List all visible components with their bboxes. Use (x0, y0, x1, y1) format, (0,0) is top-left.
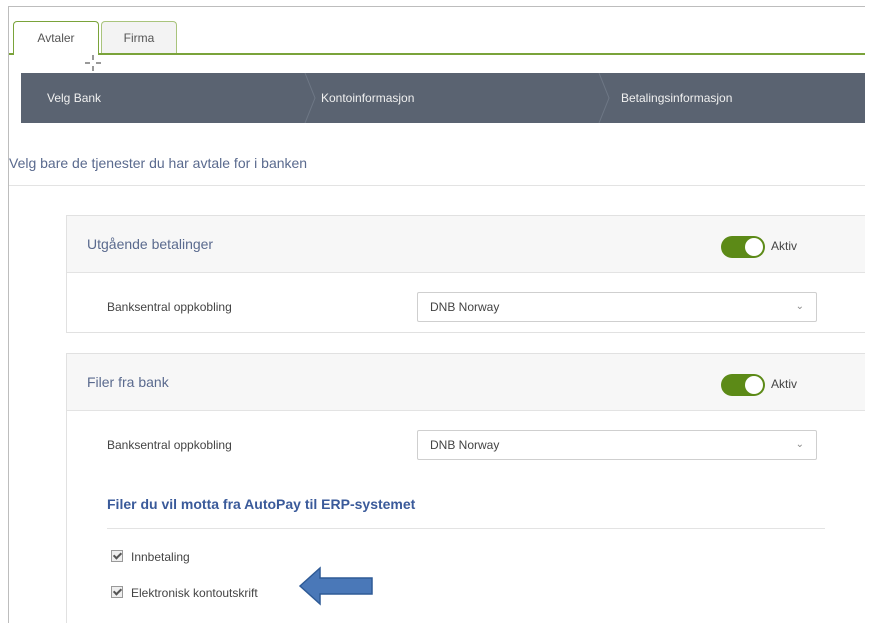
bank-connection-select[interactable]: DNB Norway ⌄ (417, 430, 817, 460)
panel-files-from-bank: Filer fra bank Aktiv Banksentral oppkobl… (66, 353, 865, 623)
select-value: DNB Norway (430, 300, 500, 314)
toggle-knob (745, 376, 763, 394)
tab-label: Firma (123, 31, 155, 45)
toggle-label: Aktiv (771, 377, 798, 391)
tab-avtaler[interactable]: Avtaler (13, 21, 99, 55)
chevron-down-icon: ⌄ (795, 439, 804, 450)
arrow-left-icon (298, 566, 373, 606)
app-window: Avtaler Firma Velg Bank Kontoinformasjon… (8, 6, 865, 623)
step-velg-bank[interactable]: Velg Bank (47, 73, 101, 123)
tab-underline (9, 53, 865, 55)
crosshair-cursor-icon (85, 55, 101, 71)
panel-title: Filer fra bank (87, 374, 169, 390)
bank-connection-label: Banksentral oppkobling (107, 300, 232, 314)
panel-outgoing-payments: Utgående betalinger Aktiv Banksentral op… (66, 215, 865, 333)
checkbox-icon[interactable] (111, 550, 123, 562)
bank-connection-select[interactable]: DNB Norway ⌄ (417, 292, 817, 322)
toggle-knob (745, 238, 763, 256)
step-separator-icon (304, 73, 316, 123)
select-value: DNB Norway (430, 438, 500, 452)
files-section-title: Filer du vil motta fra AutoPay til ERP-s… (107, 496, 416, 512)
step-separator-icon (598, 73, 610, 123)
divider (9, 185, 865, 186)
checkbox-elektronisk-kontoutskrift[interactable]: Elektronisk kontoutskrift (111, 586, 258, 600)
panel-title: Utgående betalinger (87, 236, 214, 252)
active-toggle[interactable] (721, 236, 765, 258)
tab-label: Avtaler (37, 31, 75, 45)
step-kontoinformasjon[interactable]: Kontoinformasjon (321, 73, 414, 123)
panel-header: Filer fra bank Aktiv (67, 354, 865, 411)
divider (107, 528, 825, 529)
checkbox-icon[interactable] (111, 586, 123, 598)
step-label: Velg Bank (47, 91, 102, 105)
panel-header: Utgående betalinger Aktiv (67, 216, 865, 273)
intro-text: Velg bare de tjenester du har avtale for… (9, 155, 308, 171)
step-betalingsinformasjon[interactable]: Betalingsinformasjon (621, 73, 732, 123)
tab-bar: Avtaler Firma (9, 7, 865, 55)
bank-connection-label: Banksentral oppkobling (107, 438, 232, 452)
checkbox-label: Elektronisk kontoutskrift (131, 586, 258, 600)
checkbox-innbetaling[interactable]: Innbetaling (111, 550, 190, 564)
checkbox-label: Innbetaling (131, 550, 190, 564)
toggle-label: Aktiv (771, 239, 798, 253)
tab-firma[interactable]: Firma (101, 21, 177, 53)
chevron-down-icon: ⌄ (795, 301, 804, 312)
active-toggle[interactable] (721, 374, 765, 396)
wizard-steps: Velg Bank Kontoinformasjon Betalingsinfo… (21, 73, 865, 123)
step-label: Betalingsinformasjon (621, 91, 733, 105)
step-label: Kontoinformasjon (321, 91, 415, 105)
